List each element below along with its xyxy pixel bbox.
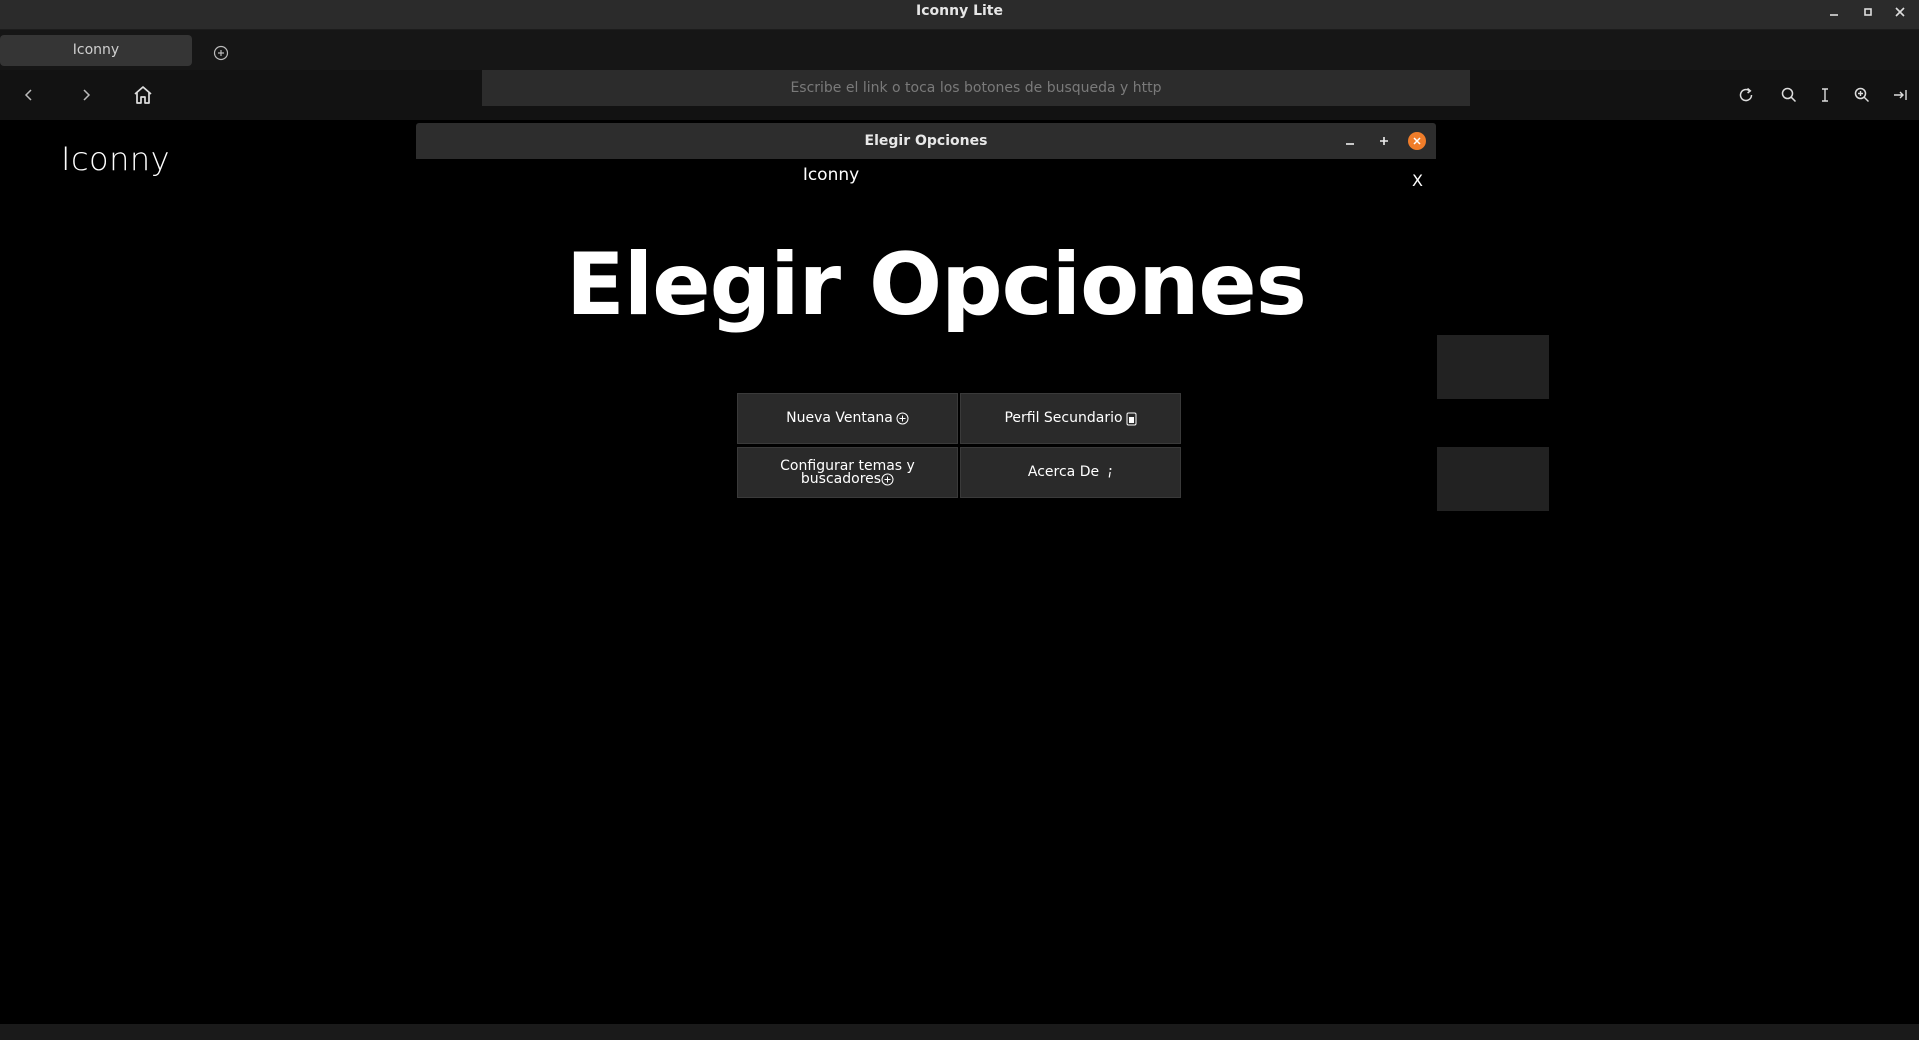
secondary-profile-button[interactable]: Perfil Secundario [960,393,1181,444]
dialog-app-name: Iconny [802,165,860,185]
forward-button[interactable] [71,80,101,110]
text-cursor-icon [1822,88,1828,102]
zoom-in-button[interactable] [1847,80,1877,110]
window-titlebar: Iconny Lite [0,0,1919,30]
dialog-title: Elegir Opciones [864,133,988,149]
status-bar [0,1024,1919,1040]
search-icon [1781,87,1797,103]
close-icon [1895,7,1905,17]
plus-circle-icon [881,473,894,486]
tab-bar: Iconny [0,30,1919,70]
close-icon [1413,137,1421,145]
plus-icon [1380,137,1388,145]
maximize-icon [1864,8,1872,16]
info-icon [1107,467,1113,479]
exit-button[interactable] [1885,80,1915,110]
chevron-left-icon [24,89,32,101]
configure-themes-button[interactable]: Configurar temas y buscadores [737,447,958,498]
side-panel-block[interactable] [1437,335,1549,399]
plus-circle-icon [213,45,229,61]
dialog-x-close[interactable]: X [1412,171,1423,190]
home-icon [134,86,152,104]
minimize-icon [1830,14,1838,16]
about-button[interactable]: Acerca De [960,447,1181,498]
text-cursor-button[interactable] [1810,80,1840,110]
zoom-in-icon [1854,87,1869,102]
exit-icon [1894,90,1907,100]
minimize-icon [1346,143,1354,145]
side-panel-block[interactable] [1437,447,1549,511]
configure-label-line2: buscadores [800,470,882,487]
reload-button[interactable] [1731,80,1761,110]
search-button[interactable] [1774,80,1804,110]
secondary-profile-label: Perfil Secundario [1004,410,1123,426]
new-tab-button[interactable] [212,44,230,62]
new-window-button[interactable]: Nueva Ventana [737,393,958,444]
window-title: Iconny Lite [916,3,1003,19]
url-input[interactable] [482,70,1470,106]
page-logo: Iconny [61,140,171,178]
minimize-window-button[interactable] [1823,2,1845,22]
dialog-heading: Elegir Opciones [566,235,1307,335]
reload-icon [1739,87,1753,102]
new-window-label: Nueva Ventana [786,410,893,426]
profile-card-icon [1126,412,1137,426]
home-button[interactable] [128,80,158,110]
plus-circle-icon [896,412,909,425]
chevron-right-icon [83,89,91,101]
dialog-titlebar: Elegir Opciones [416,123,1436,159]
tab-iconny[interactable]: Iconny [0,35,192,66]
dialog-close-button[interactable] [1408,132,1426,150]
back-button[interactable] [14,80,44,110]
options-dialog: Elegir Opciones Iconny X Elegir Opciones… [416,123,1436,863]
dialog-maximize-button[interactable] [1374,131,1394,151]
maximize-window-button[interactable] [1857,2,1879,22]
dialog-minimize-button[interactable] [1340,131,1360,151]
about-label: Acerca De [1027,464,1100,480]
close-window-button[interactable] [1889,2,1911,22]
